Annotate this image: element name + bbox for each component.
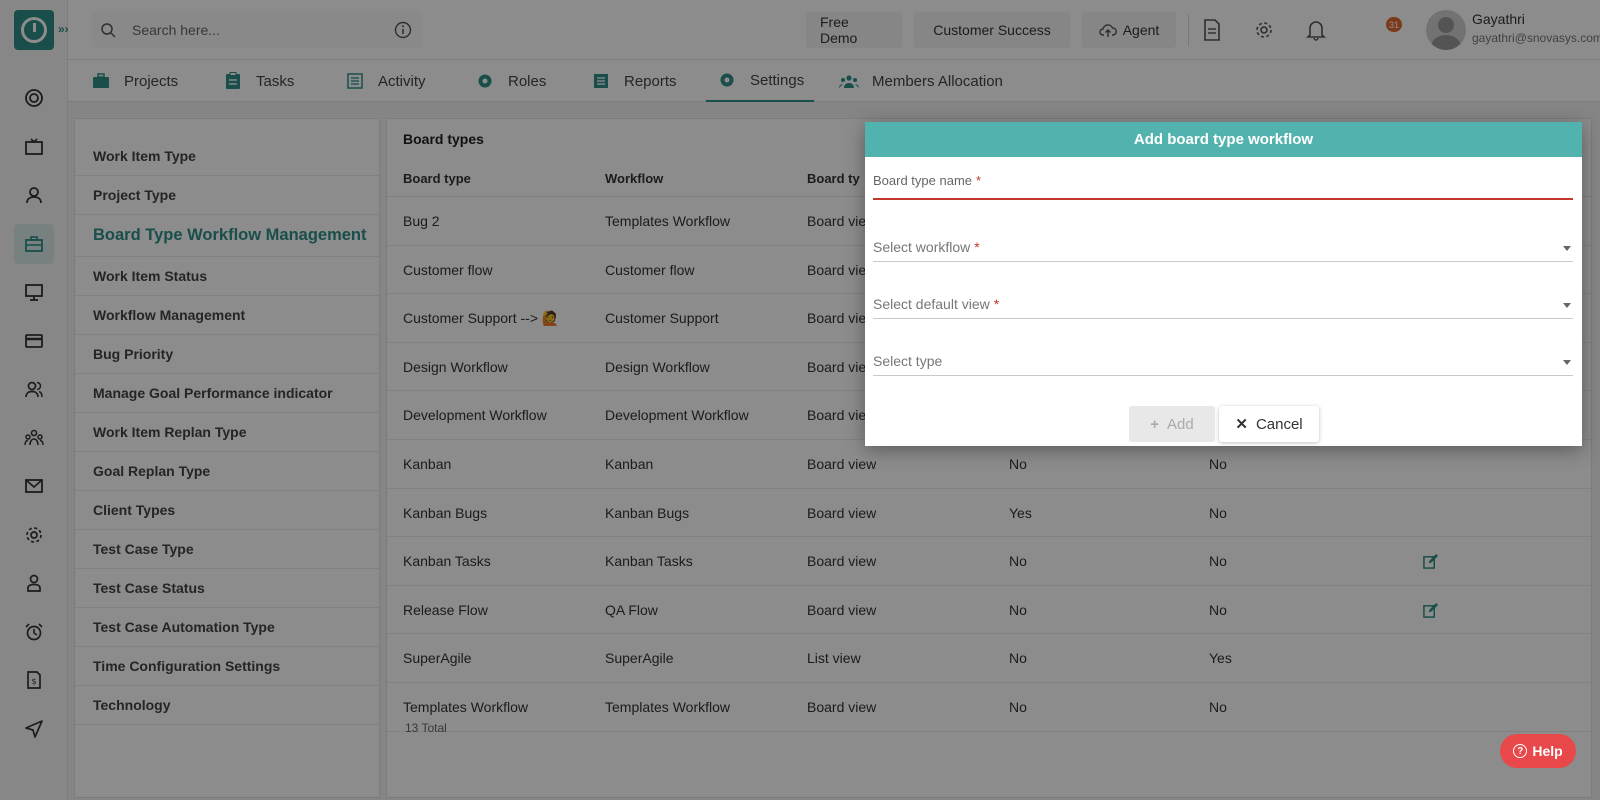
- question-icon: ?: [1513, 744, 1528, 758]
- add-button[interactable]: + Add: [1129, 406, 1215, 442]
- dropdown-arrow-icon: [1563, 246, 1571, 251]
- required-asterisk: *: [993, 296, 1000, 312]
- select-workflow-label: Select workflow *: [873, 239, 980, 255]
- cancel-button[interactable]: ✕ Cancel: [1219, 406, 1319, 442]
- help-button[interactable]: ? Help: [1500, 734, 1576, 768]
- add-label: Add: [1167, 415, 1194, 433]
- plus-icon: +: [1150, 415, 1160, 433]
- required-asterisk: *: [974, 239, 980, 255]
- dropdown-arrow-icon: [1563, 360, 1571, 365]
- select-default-view-text: Select default view: [873, 296, 990, 312]
- select-type-label: Select type: [873, 353, 943, 369]
- help-label: Help: [1532, 743, 1563, 759]
- select-default-view-dropdown[interactable]: Select default view *: [873, 287, 1573, 319]
- select-default-view-label: Select default view *: [873, 296, 999, 312]
- cancel-label: Cancel: [1255, 415, 1303, 433]
- close-icon: ✕: [1235, 416, 1248, 433]
- dialog-fields-layer: Select workflow * Select default view * Se…: [865, 122, 1582, 446]
- dropdown-arrow-icon: [1563, 303, 1571, 308]
- select-workflow-dropdown[interactable]: Select workflow *: [873, 230, 1573, 262]
- select-type-dropdown[interactable]: Select type: [873, 344, 1573, 376]
- select-workflow-text: Select workflow: [873, 239, 971, 255]
